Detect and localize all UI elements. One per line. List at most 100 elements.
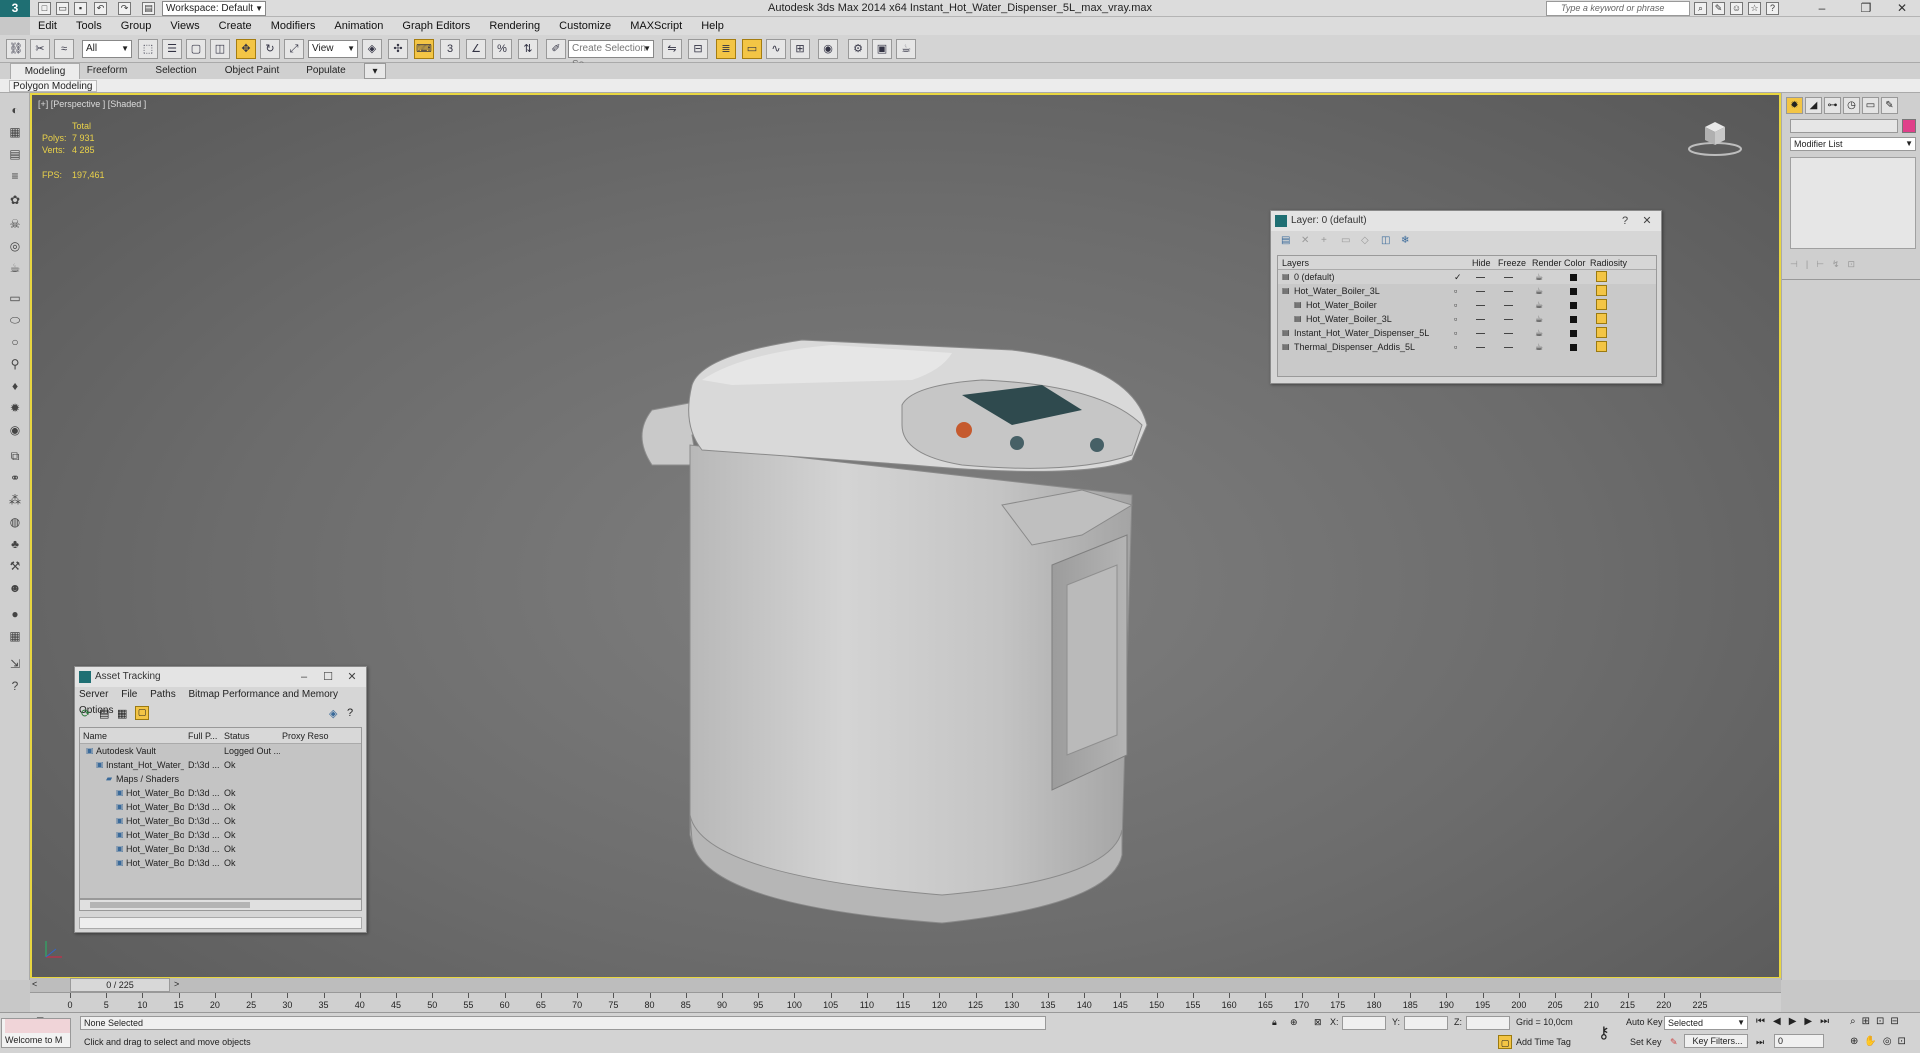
time-tag-icon[interactable]: ▢ bbox=[1498, 1035, 1512, 1049]
prev-frame-icon[interactable]: < bbox=[32, 979, 37, 989]
viewport-camera-icon[interactable]: ◐ bbox=[5, 101, 25, 119]
key-mode-icon[interactable]: ⏭ bbox=[1756, 1035, 1764, 1049]
layer-color-swatch[interactable] bbox=[1570, 316, 1577, 323]
render-teapot-icon[interactable]: ☕ bbox=[1535, 312, 1543, 326]
asset-menu-bitmap-performance[interactable]: Bitmap Performance and Memory bbox=[189, 689, 339, 700]
asset-tracking-dialog[interactable]: Asset Tracking – ☐ ✕ Server File Paths B… bbox=[74, 666, 367, 933]
display-tab-icon[interactable]: ▭ bbox=[1862, 97, 1879, 114]
schematic-view-icon[interactable]: ⊞ bbox=[790, 39, 810, 59]
layer-name[interactable]: Hot_Water_Boiler_3L bbox=[1294, 284, 1380, 298]
create-tab-icon[interactable]: ✹ bbox=[1786, 97, 1803, 114]
modifier-list-dropdown[interactable]: Modifier List ▼ bbox=[1790, 137, 1916, 151]
modify-tab-icon[interactable]: ◢ bbox=[1805, 97, 1822, 114]
lock-selection-icon[interactable]: 🔒︎ bbox=[1272, 1015, 1277, 1029]
menu-help[interactable]: Help bbox=[693, 17, 732, 35]
bones-icon[interactable]: ☠ bbox=[5, 215, 25, 233]
render-teapot-icon[interactable]: ☕ bbox=[1535, 326, 1543, 340]
time-slider-track[interactable]: < 0 / 225 > bbox=[30, 978, 1781, 992]
freeze-toggle[interactable] bbox=[1504, 333, 1513, 334]
app-logo-icon[interactable]: 3 bbox=[0, 0, 30, 17]
ribbon-options-icon[interactable]: ▾ bbox=[364, 63, 386, 79]
object-color-swatch[interactable] bbox=[1902, 119, 1916, 133]
menu-customize[interactable]: Customize bbox=[551, 17, 619, 35]
layer-row[interactable]: ▤ Thermal_Dispenser_Addis_5L ▫ ☕ bbox=[1278, 340, 1656, 354]
workspace-dropdown[interactable]: Workspace: Default ▼ bbox=[162, 1, 266, 16]
menu-create[interactable]: Create bbox=[211, 17, 260, 35]
scene-explorer-icon[interactable]: ▦ bbox=[5, 123, 25, 141]
select-object-icon[interactable]: ⬚ bbox=[138, 39, 158, 59]
asset-menu-paths[interactable]: Paths bbox=[150, 689, 176, 700]
binoculars-icon[interactable]: ⌕ bbox=[1694, 2, 1707, 15]
select-layer-objects-icon[interactable]: ▭ bbox=[1341, 235, 1355, 249]
open-file-icon[interactable]: ▭ bbox=[56, 2, 69, 15]
graphite-ribbon-icon[interactable]: ▭ bbox=[742, 39, 762, 59]
unlink-icon[interactable]: ✂ bbox=[30, 39, 50, 59]
track-bar[interactable]: 0 5 10 15 20 25 30 35 40 45 50 55 60 65 70 75 80 85 90 95 10… bbox=[30, 992, 1781, 1012]
snaps-toggle-icon[interactable]: 3 bbox=[440, 39, 460, 59]
render-setup-icon[interactable]: ⚙ bbox=[848, 39, 868, 59]
keyboard-shortcut-override-icon[interactable]: ⌨ bbox=[414, 39, 434, 59]
redo-icon[interactable]: ↷ bbox=[118, 2, 131, 15]
asset-name[interactable]: Hot_Water_Bo... bbox=[126, 856, 184, 870]
asset-name[interactable]: Hot_Water_Bo... bbox=[126, 842, 184, 856]
select-by-name-icon[interactable]: ☰ bbox=[162, 39, 182, 59]
restore-button[interactable]: ❐ bbox=[1848, 0, 1884, 17]
freeze-toggle[interactable] bbox=[1504, 291, 1513, 292]
column-radiosity[interactable]: Radiosity bbox=[1590, 256, 1627, 270]
select-and-rotate-icon[interactable]: ↻ bbox=[260, 39, 280, 59]
sphere-primitive-icon[interactable]: ○ bbox=[5, 333, 25, 351]
playback-controls[interactable]: ⏮◀▶▶⏭ bbox=[1756, 1015, 1837, 1029]
layer-row[interactable]: ▤ Hot_Water_Boiler ▫ ☕ bbox=[1278, 298, 1656, 312]
isolate-icon[interactable]: ⊠ bbox=[1314, 1015, 1322, 1029]
set-key-button[interactable]: Set Key bbox=[1630, 1035, 1662, 1049]
hot-water-dispenser-model[interactable] bbox=[612, 235, 1172, 955]
active-checkmark-icon[interactable]: ✓ bbox=[1454, 270, 1462, 284]
set-key-mode-icon[interactable]: ✎ bbox=[1670, 1035, 1678, 1049]
layer-name[interactable]: 0 (default) bbox=[1294, 270, 1335, 284]
asset-row[interactable]: ▣Instant_Hot_Water_... D:\3d ... Ok bbox=[80, 758, 361, 772]
rectangular-selection-icon[interactable]: ▢ bbox=[186, 39, 206, 59]
help-icon[interactable]: ? bbox=[1766, 2, 1779, 15]
absolute-mode-icon[interactable]: ⊕ bbox=[1290, 1015, 1298, 1029]
freeze-toggle[interactable] bbox=[1504, 319, 1513, 320]
asset-name[interactable]: Hot_Water_Bo... bbox=[126, 814, 184, 828]
layer-row[interactable]: ▤ Hot_Water_Boiler_3L ▫ ☕ bbox=[1278, 312, 1656, 326]
window-crossing-icon[interactable]: ◫ bbox=[210, 39, 230, 59]
align-icon[interactable]: ⊟ bbox=[688, 39, 708, 59]
auto-key-button[interactable]: Auto Key bbox=[1626, 1015, 1663, 1029]
layer-color-swatch[interactable] bbox=[1570, 288, 1577, 295]
freeze-all-layers-icon[interactable]: ❄ bbox=[1401, 235, 1415, 249]
named-selection-dropdown[interactable]: Create Selection Se ▼ bbox=[568, 40, 654, 70]
asset-row[interactable]: ▰ Maps / Shaders bbox=[80, 772, 361, 786]
hierarchy-tab-icon[interactable]: ⊶ bbox=[1824, 97, 1841, 114]
close-button[interactable]: ✕ bbox=[1884, 0, 1920, 17]
menu-rendering[interactable]: Rendering bbox=[481, 17, 548, 35]
layer-manager-dialog[interactable]: Layer: 0 (default) ? ✕ ▤ ✕ + ▭ ◇ ◫ ❄ Lay… bbox=[1270, 210, 1662, 384]
asset-name[interactable]: Autodesk Vault bbox=[96, 744, 184, 758]
maxscript-input-line[interactable] bbox=[5, 1019, 70, 1033]
rendered-frame-window-icon[interactable]: ▣ bbox=[872, 39, 892, 59]
inactive-box-icon[interactable]: ▫ bbox=[1454, 298, 1457, 312]
reference-coordinate-dropdown[interactable]: View ▼ bbox=[308, 40, 358, 58]
layer-name[interactable]: Thermal_Dispenser_Addis_5L bbox=[1294, 340, 1415, 354]
asset-name[interactable]: Hot_Water_Bo... bbox=[126, 786, 184, 800]
viewport-label[interactable]: [+] [Perspective ] [Shaded ] bbox=[38, 99, 146, 109]
set-key-icon[interactable]: ⚷ bbox=[1598, 1023, 1610, 1043]
edit-named-selection-icon[interactable]: ✐ bbox=[546, 39, 566, 59]
freeze-toggle[interactable] bbox=[1504, 347, 1513, 348]
search-input[interactable]: Type a keyword or phrase bbox=[1546, 1, 1690, 16]
asset-menu-file[interactable]: File bbox=[121, 689, 137, 700]
select-and-move-icon[interactable]: ✥ bbox=[236, 39, 256, 59]
current-frame-field[interactable]: 0 bbox=[1774, 1034, 1824, 1048]
hide-toggle[interactable] bbox=[1476, 333, 1485, 334]
viewcube-icon[interactable] bbox=[1687, 117, 1743, 157]
layer-row[interactable]: ▤ Instant_Hot_Water_Dispenser_5L ▫ ☕ bbox=[1278, 326, 1656, 340]
tree-icon[interactable]: ♣ bbox=[5, 535, 25, 553]
motion-tab-icon[interactable]: ◷ bbox=[1843, 97, 1860, 114]
time-slider[interactable]: 0 / 225 bbox=[70, 978, 170, 992]
x-coordinate-field[interactable] bbox=[1342, 1016, 1386, 1030]
viewport-orbit-controls[interactable]: ⊕✋◎⊡ bbox=[1850, 1035, 1912, 1049]
inactive-box-icon[interactable]: ▫ bbox=[1454, 284, 1457, 298]
render-teapot-icon[interactable]: ☕ bbox=[1535, 340, 1543, 354]
spinner-snap-icon[interactable]: ⇅ bbox=[518, 39, 538, 59]
